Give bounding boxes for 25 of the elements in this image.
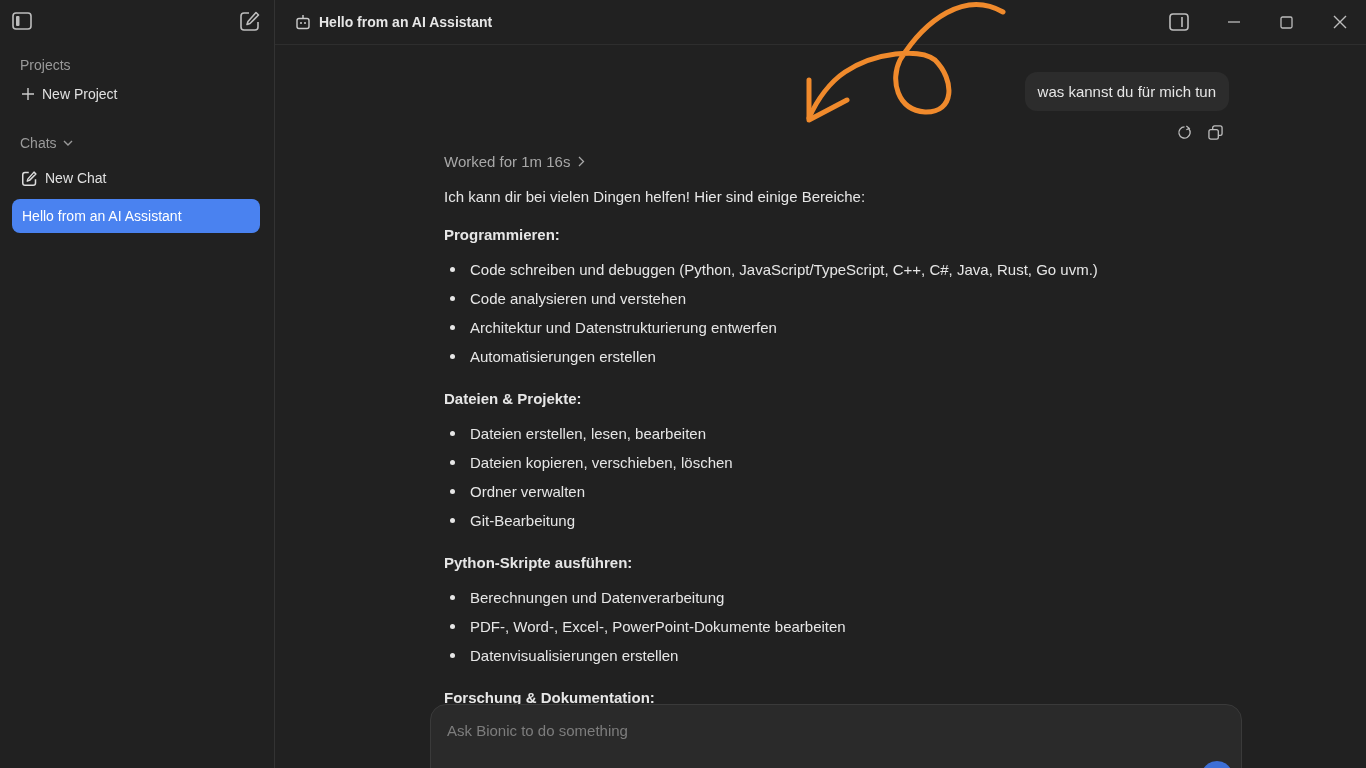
worked-duration-toggle[interactable]: Worked for 1m 16s [444,153,586,170]
list-item: Ordner verwalten [470,483,586,500]
response-text: Ich kann dir bei vielen Dingen helfen! Hier sind einige Bereiche: [444,187,867,207]
list-item: Dateien erstellen, lesen, bearbeiten [470,425,706,442]
list-item: Architektur und Datenstrukturierung entwerfen [470,319,777,336]
new-chat-item[interactable]: New Chat [12,161,260,195]
window-title: Hello from an AI Assistant [319,14,494,30]
list-item: Code schreiben und debuggen (Python, JavaScript/TypeScript, C++, C#, Java, Rust, Go uvm.) [470,261,1098,278]
section-label: Projects [20,57,71,73]
list-item: Berechnungen und Datenverarbeitung [470,589,725,606]
list-item: PDF-, Word-, Excel-, PowerPoint-Dokumente bearbeiten [470,618,846,635]
chat-item[interactable]: Hello from an AI Assistant [12,199,260,233]
list-item: Datenvisualisierungen erstellen [470,647,679,664]
list-item: Git-Bearbeitung [470,512,576,529]
message-composer[interactable]: Ask Bionic to do something [430,704,1242,768]
list-item: Dateien kopieren, verschieben, löschen [470,454,733,471]
chats-section-toggle[interactable]: Chats [20,135,73,151]
list-item: Code analysieren und verstehen [470,290,686,307]
section-heading: Programmieren: [444,225,561,245]
section-heading: Dateien & Projekte: [444,389,583,409]
new-project-item[interactable]: New Project [12,77,260,111]
user-message: was kannst du für mich tun [1024,72,1229,111]
list-item: Automatisierungen erstellen [470,348,656,365]
section-heading: Python-Skripte ausführen: [444,553,634,573]
message-input[interactable]: Ask Bionic to do something [445,721,1149,740]
